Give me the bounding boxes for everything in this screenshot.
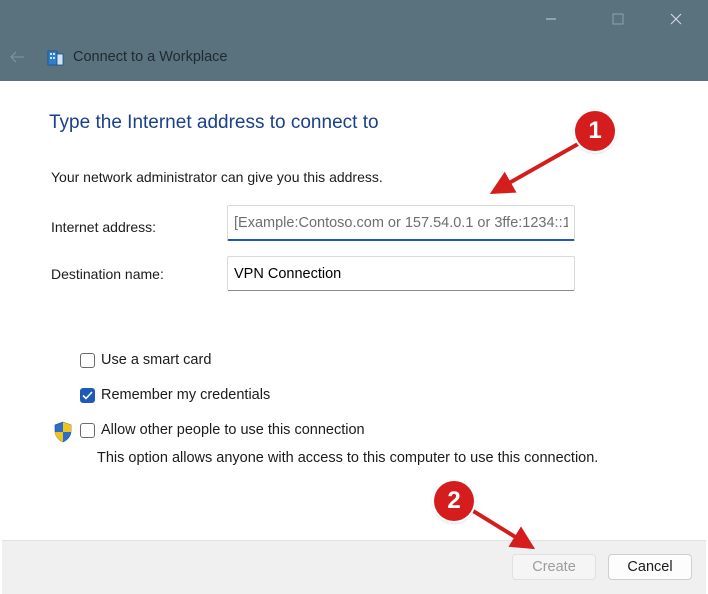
workplace-network-icon xyxy=(47,50,64,66)
back-arrow-icon xyxy=(10,51,24,63)
allow-others-option[interactable]: Allow other people to use this connectio… xyxy=(80,422,365,438)
instruction-text: Your network administrator can give you … xyxy=(51,169,383,185)
allow-others-checkbox[interactable] xyxy=(80,422,95,438)
dialog-footer xyxy=(2,540,706,594)
smart-card-label: Use a smart card xyxy=(101,352,212,368)
page-heading: Type the Internet address to connect to xyxy=(49,112,379,133)
remember-credentials-checkbox[interactable] xyxy=(80,387,95,403)
annotation-badge-2: 2 xyxy=(434,481,474,521)
smart-card-checkbox[interactable] xyxy=(80,352,95,368)
internet-address-label: Internet address: xyxy=(51,219,157,235)
window-title: Connect to a Workplace xyxy=(73,49,228,65)
destination-name-label: Destination name: xyxy=(51,266,164,282)
minimize-icon xyxy=(546,18,556,20)
uac-shield-icon xyxy=(54,421,72,443)
destination-name-input[interactable] xyxy=(227,256,575,291)
maximize-icon xyxy=(612,13,624,25)
annotation-badge-1: 1 xyxy=(575,111,615,151)
checkmark-icon xyxy=(82,390,93,400)
minimize-button[interactable] xyxy=(528,4,574,34)
remember-credentials-option[interactable]: Remember my credentials xyxy=(80,387,270,403)
cancel-button[interactable]: Cancel xyxy=(608,554,692,580)
close-icon xyxy=(670,13,682,25)
back-button[interactable] xyxy=(6,44,28,70)
title-bar: Connect to a Workplace xyxy=(0,0,708,81)
internet-address-input[interactable] xyxy=(227,205,575,241)
smart-card-option[interactable]: Use a smart card xyxy=(80,352,211,368)
allow-others-label: Allow other people to use this connectio… xyxy=(101,422,365,438)
close-button[interactable] xyxy=(653,4,699,34)
create-button[interactable]: Create xyxy=(512,554,596,580)
allow-others-note: This option allows anyone with access to… xyxy=(97,450,599,466)
remember-credentials-label: Remember my credentials xyxy=(101,387,271,403)
maximize-button[interactable] xyxy=(595,4,641,34)
